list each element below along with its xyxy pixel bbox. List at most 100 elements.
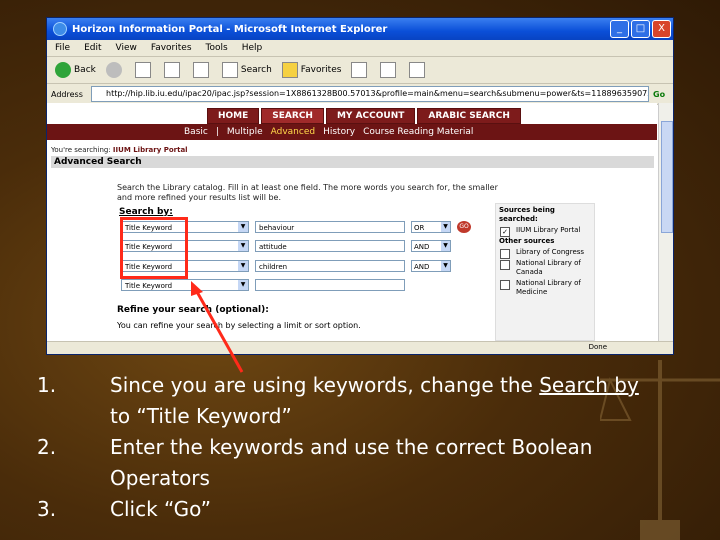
- source-label: National Library of Medicine: [516, 279, 581, 296]
- search-by-highlight-box: [120, 217, 188, 279]
- search-field-select[interactable]: Title Keyword ▼: [121, 279, 249, 291]
- operator-value: AND: [414, 243, 430, 251]
- subnav-separator: |: [215, 127, 219, 137]
- source-label: National Library of Canada: [516, 259, 581, 276]
- history-button[interactable]: [351, 62, 370, 78]
- history-icon: [351, 62, 368, 78]
- address-bar: Address http://hip.lib.iu.edu/ipac20/ipa…: [47, 84, 673, 105]
- chevron-down-icon: ▼: [238, 222, 248, 232]
- vertical-scrollbar[interactable]: [658, 103, 673, 343]
- back-button[interactable]: Back: [55, 62, 96, 78]
- subnav-history[interactable]: History: [323, 127, 355, 137]
- subnav-advanced[interactable]: Advanced: [271, 127, 315, 137]
- boolean-operator-select[interactable]: AND ▼: [411, 260, 451, 272]
- step-continuation: Operators: [0, 463, 720, 494]
- step-number: 1.: [37, 373, 57, 397]
- window-title: Horizon Information Portal - Microsoft I…: [72, 23, 388, 35]
- checkbox-icon[interactable]: [500, 249, 510, 259]
- subnav-basic[interactable]: Basic: [184, 127, 208, 137]
- source-item[interactable]: Library of Congress: [496, 248, 594, 259]
- search-term-input[interactable]: children: [255, 260, 405, 272]
- step-continuation: to “Title Keyword”: [0, 401, 720, 432]
- source-item[interactable]: National Library of Medicine: [496, 279, 594, 297]
- subnav-course-reading[interactable]: Course Reading Material: [363, 127, 473, 137]
- step-item: 2. Enter the keywords and use the correc…: [0, 432, 720, 463]
- back-arrow-icon: [55, 62, 71, 78]
- chevron-down-icon: ▼: [441, 261, 450, 271]
- search-term-input[interactable]: [255, 279, 405, 291]
- favorites-button[interactable]: Favorites: [281, 62, 341, 78]
- toolbar: Back Search Favorites: [47, 57, 673, 84]
- operator-value: OR: [414, 224, 425, 232]
- search-term-input[interactable]: attitude: [255, 240, 405, 252]
- stop-icon: [134, 62, 151, 78]
- browser-window: Horizon Information Portal - Microsoft I…: [46, 17, 674, 355]
- forward-arrow-icon: [105, 62, 122, 78]
- refresh-icon: [163, 62, 180, 78]
- search-by-emphasis: Search by: [539, 373, 639, 397]
- portal-tabs: HOME SEARCH MY ACCOUNT ARABIC SEARCH: [207, 108, 523, 124]
- back-label: Back: [74, 65, 96, 75]
- source-item[interactable]: ✓ IIUM Library Portal: [496, 226, 594, 237]
- step-item: 1. Since you are using keywords, change …: [0, 370, 720, 401]
- maximize-button[interactable]: □: [631, 20, 650, 38]
- mail-button[interactable]: [380, 62, 399, 78]
- chevron-down-icon: ▼: [238, 261, 248, 271]
- checkbox-icon[interactable]: [500, 260, 510, 270]
- boolean-operator-select[interactable]: OR ▼: [411, 221, 451, 233]
- home-button[interactable]: [192, 62, 212, 78]
- step-text-cont: to “Title Keyword”: [110, 404, 292, 428]
- step-text: Since you are using keywords, change the…: [110, 370, 639, 401]
- source-item[interactable]: National Library of Canada: [496, 259, 594, 277]
- other-sources-heading: Other sources: [499, 237, 555, 245]
- searching-source: IIUM Library Portal: [112, 146, 188, 154]
- chevron-down-icon: ▼: [238, 241, 248, 251]
- step-number: 3.: [37, 497, 57, 521]
- menu-file[interactable]: File: [55, 43, 70, 53]
- sources-panel: Sources being searched: ✓ IIUM Library Po…: [495, 203, 595, 341]
- checkbox-icon[interactable]: [500, 280, 510, 290]
- tab-my-account[interactable]: MY ACCOUNT: [325, 108, 416, 124]
- scrollbar-thumb[interactable]: [661, 121, 673, 233]
- menu-edit[interactable]: Edit: [84, 43, 101, 53]
- menu-bar: File Edit View Favorites Tools Help: [47, 40, 673, 57]
- operator-value: AND: [414, 263, 430, 271]
- close-button[interactable]: X: [652, 20, 671, 38]
- go-button[interactable]: GO: [457, 221, 471, 233]
- checkbox-checked-icon[interactable]: ✓: [500, 227, 510, 237]
- refresh-button[interactable]: [163, 62, 183, 78]
- stop-button[interactable]: [134, 62, 154, 78]
- home-icon: [192, 62, 209, 78]
- refine-label: Refine your search (optional):: [117, 305, 269, 315]
- print-button[interactable]: [409, 62, 428, 78]
- mail-icon: [380, 62, 397, 78]
- menu-tools[interactable]: Tools: [206, 43, 228, 53]
- print-icon: [409, 62, 426, 78]
- tab-home[interactable]: HOME: [207, 108, 260, 124]
- tab-search[interactable]: SEARCH: [261, 108, 324, 124]
- address-label: Address: [51, 89, 83, 99]
- address-go-button[interactable]: Go: [653, 90, 673, 99]
- tab-arabic-search[interactable]: ARABIC SEARCH: [417, 108, 521, 124]
- step-text: Click “Go”: [110, 497, 212, 521]
- ie-icon: [53, 22, 67, 36]
- menu-view[interactable]: View: [116, 43, 137, 53]
- menu-favorites[interactable]: Favorites: [151, 43, 192, 53]
- forward-button[interactable]: [105, 62, 125, 78]
- step-item: 3. Click “Go”: [0, 494, 720, 525]
- chevron-down-icon: ▼: [441, 241, 450, 251]
- boolean-operator-select[interactable]: AND ▼: [411, 240, 451, 252]
- menu-help[interactable]: Help: [242, 43, 263, 53]
- step-text-part: Since you are using keywords, change the: [110, 373, 540, 397]
- step-text-cont: Operators: [110, 466, 210, 490]
- refine-text: You can refine your search by selecting …: [117, 321, 361, 330]
- address-input[interactable]: http://hip.lib.iu.edu/ipac20/ipac.jsp?se…: [91, 86, 649, 102]
- search-term-input[interactable]: behaviour: [255, 221, 405, 233]
- chevron-down-icon: ▼: [238, 280, 248, 290]
- search-button[interactable]: Search: [221, 62, 272, 78]
- minimize-button[interactable]: _: [610, 20, 629, 38]
- page-title: Advanced Search: [51, 156, 654, 168]
- sources-heading: Sources being searched:: [499, 206, 555, 223]
- subnav-multiple[interactable]: Multiple: [227, 127, 263, 137]
- title-bar: Horizon Information Portal - Microsoft I…: [47, 18, 673, 40]
